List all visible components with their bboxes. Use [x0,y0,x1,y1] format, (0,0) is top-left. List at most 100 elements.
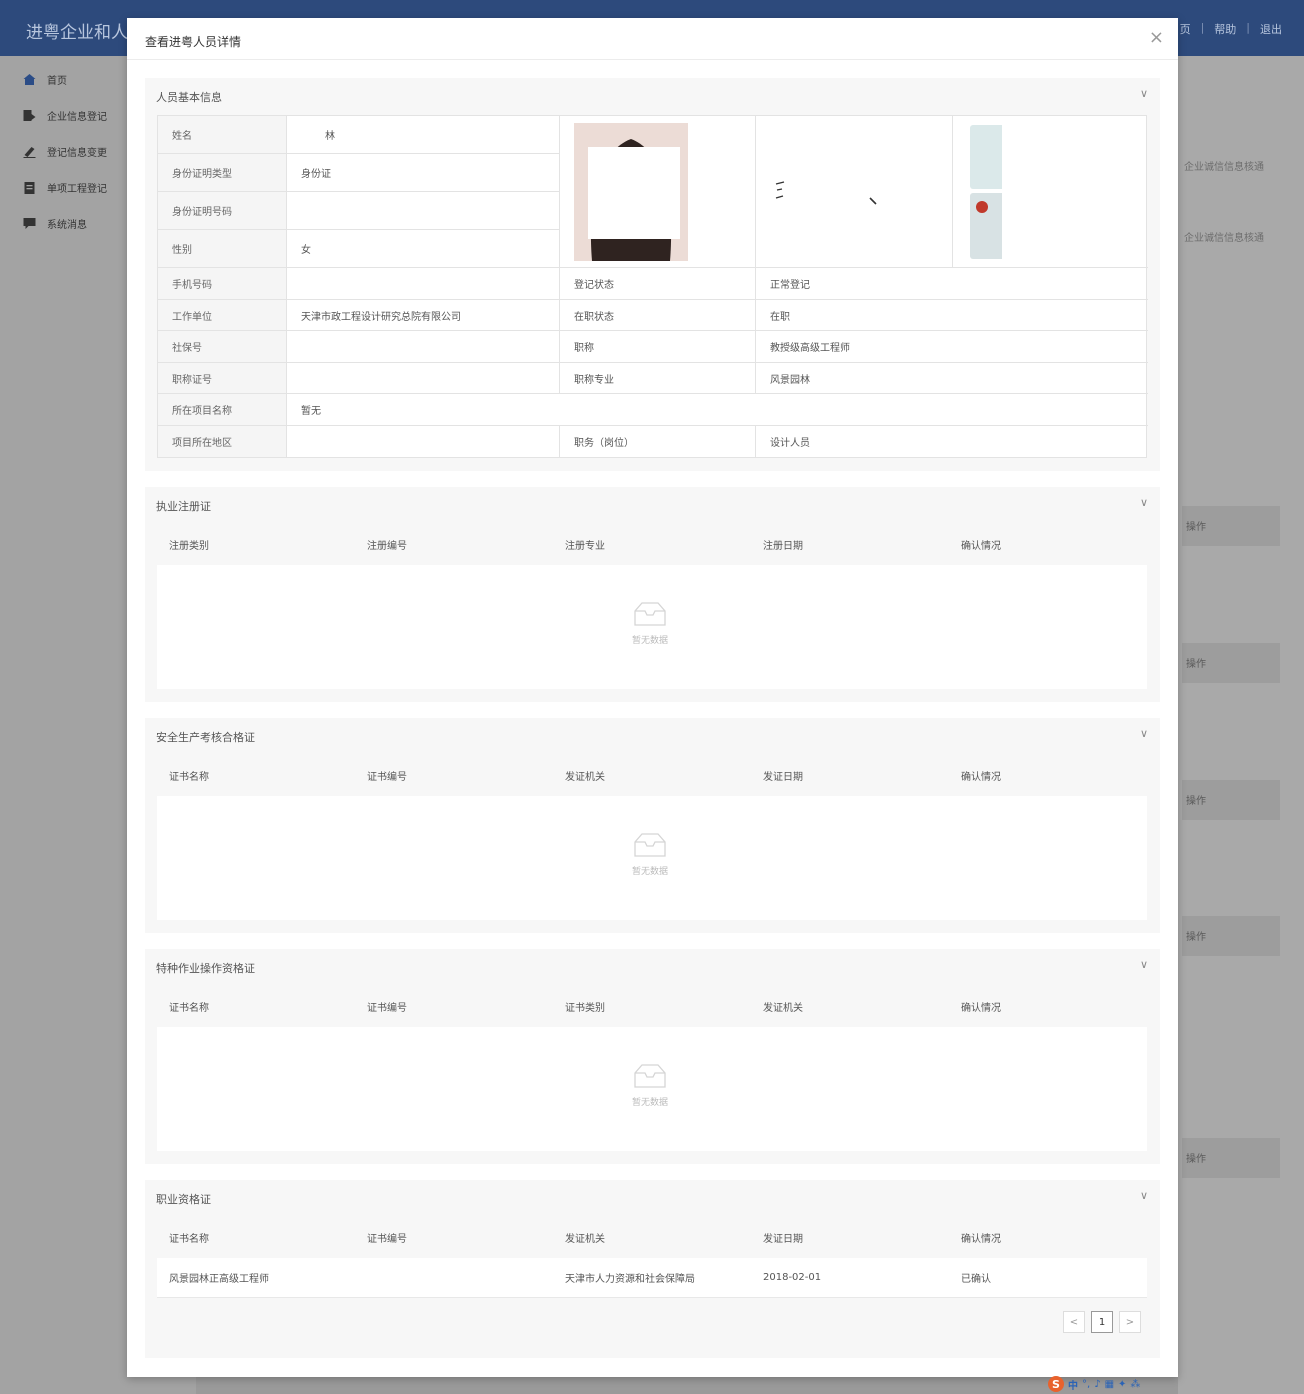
person-detail-modal: 查看进粤人员详情 × 人员基本信息 ∨ 姓名 林 身份证明类型 身份证 身份证明… [127,18,1178,1377]
empty-state: 暂无数据 [632,832,668,877]
field-label: 在职状态 [560,300,756,331]
top-links: 页 | 帮助 | 退出 [1180,21,1282,37]
field-label: 职称 [560,331,756,363]
field-label: 登记状态 [560,268,756,300]
background-content [1178,56,1304,1394]
top-link-help[interactable]: 帮助 [1214,21,1236,37]
edit-icon [23,147,36,158]
ime-punct-icon[interactable]: °, [1082,1379,1090,1390]
special-cert-section: 特种作业操作资格证 ∨ 证书名称 证书编号 证书类别 发证机关 确认情况 暂无数… [145,949,1160,1164]
top-link-home[interactable]: 页 [1180,21,1191,37]
ime-keyboard-icon[interactable]: ▦ [1105,1379,1114,1390]
background-op-label: 操作 [1182,506,1280,546]
home-icon [23,74,36,85]
sidebar-item-home[interactable]: 首页 [22,72,67,87]
enterprise-icon [23,110,36,121]
chevron-down-icon[interactable]: ∨ [1140,727,1148,740]
column-header: 证书编号 [367,1233,407,1245]
ime-skin-icon[interactable]: ✦ [1118,1379,1126,1390]
phone-value [287,268,560,300]
ime-toolbar: S 中 °, ♪ ▦ ✦ ⁂ [1048,1376,1140,1392]
sidebar-item-project[interactable]: 单项工程登记 [22,180,107,195]
portrait-photo[interactable] [574,123,688,261]
chevron-down-icon[interactable]: ∨ [1140,87,1148,100]
top-link-logout[interactable]: 退出 [1260,21,1282,37]
sidebar-item-label: 单项工程登记 [47,184,107,195]
column-header: 证书名称 [169,1233,209,1245]
social-no-value [287,331,560,363]
chevron-down-icon[interactable]: ∨ [1140,958,1148,971]
pagination: < 1 > [1063,1311,1141,1333]
table-header: 证书名称 证书编号 发证机关 发证日期 确认情况 [157,1218,1147,1256]
column-header: 证书编号 [367,771,407,783]
ime-language-toggle[interactable]: 中 [1068,1377,1078,1392]
modal-title: 查看进粤人员详情 [145,35,242,49]
page-number-button[interactable]: 1 [1091,1311,1113,1333]
field-label: 工作单位 [158,300,287,331]
sidebar-item-messages[interactable]: 系统消息 [22,216,87,231]
column-header: 确认情况 [961,771,1001,783]
column-header: 发证日期 [763,771,803,783]
empty-state: 暂无数据 [632,1063,668,1108]
empty-box-icon [634,833,666,857]
empty-box-icon [634,1064,666,1088]
project-value: 暂无 [287,394,1148,426]
column-header: 证书名称 [169,1002,209,1014]
column-header: 确认情况 [961,1002,1001,1014]
field-label: 社保号 [158,331,287,363]
qualification-cert-section: 职业资格证 ∨ 证书名称 证书编号 发证机关 发证日期 确认情况 风景园林正高级… [145,1180,1160,1358]
signature-cell [756,116,953,268]
title-cert-value [287,363,560,394]
sidebar-item-label: 登记信息变更 [47,148,107,159]
name-value: 林 [287,116,560,154]
sidebar-item-enterprise[interactable]: 企业信息登记 [22,108,107,123]
chevron-down-icon[interactable]: ∨ [1140,496,1148,509]
sidebar-item-change[interactable]: 登记信息变更 [22,144,107,159]
reg-status-value: 正常登记 [756,268,1148,300]
next-page-button[interactable]: > [1119,1311,1141,1333]
table-body: 暂无数据 [157,1027,1147,1151]
cert-status-cell: 已确认 [961,1274,991,1285]
column-header: 证书类别 [565,1002,605,1014]
field-label: 所在项目名称 [158,394,287,426]
column-header: 发证机关 [565,771,605,783]
field-label: 性别 [158,230,287,268]
divider: | [1200,21,1205,34]
column-header: 注册专业 [565,540,605,552]
field-label: 职务（岗位） [560,426,756,457]
field-label: 身份证明号码 [158,192,287,230]
ime-mic-icon[interactable]: ♪ [1094,1379,1100,1390]
column-header: 发证机关 [763,1002,803,1014]
divider: | [1246,21,1250,34]
column-header: 确认情况 [961,540,1001,552]
signature-image[interactable] [766,176,886,216]
empty-text: 暂无数据 [632,1098,669,1108]
section-title: 人员基本信息 [156,91,222,104]
background-op-label: 操作 [1182,916,1280,956]
empty-box-icon [634,602,666,626]
chevron-down-icon[interactable]: ∨ [1140,1189,1148,1202]
field-label: 手机号码 [158,268,287,300]
id-card-image[interactable] [970,123,1078,261]
portrait-photo-cell [560,116,756,268]
column-header: 注册编号 [367,540,407,552]
column-header: 确认情况 [961,1233,1001,1245]
position-value: 设计人员 [770,438,810,449]
background-link: 企业诚信信息核通 [1184,233,1264,244]
background-op-label: 操作 [1182,1138,1280,1178]
project-area-value [287,426,560,457]
employer-value: 天津市政工程设计研究总院有限公司 [287,300,560,331]
prev-page-button[interactable]: < [1063,1311,1085,1333]
field-label: 身份证明类型 [158,154,287,192]
section-title: 安全生产考核合格证 [156,731,255,744]
table-header: 证书名称 证书编号 发证机关 发证日期 确认情况 [157,756,1147,794]
basic-info-section: 人员基本信息 ∨ 姓名 林 身份证明类型 身份证 身份证明号码 性别 女 手机号… [145,78,1160,471]
table-body: 暂无数据 [157,796,1147,920]
close-icon[interactable]: × [1149,29,1164,47]
ime-tools-icon[interactable]: ⁂ [1130,1379,1140,1390]
empty-text: 暂无数据 [632,867,669,877]
table-header: 证书名称 证书编号 证书类别 发证机关 确认情况 [157,987,1147,1025]
table-row[interactable]: 风景园林正高级工程师 天津市人力资源和社会保障局 2018-02-01 已确认 [157,1258,1147,1298]
ime-logo-icon[interactable]: S [1048,1376,1064,1392]
sidebar-item-label: 系统消息 [47,220,87,231]
